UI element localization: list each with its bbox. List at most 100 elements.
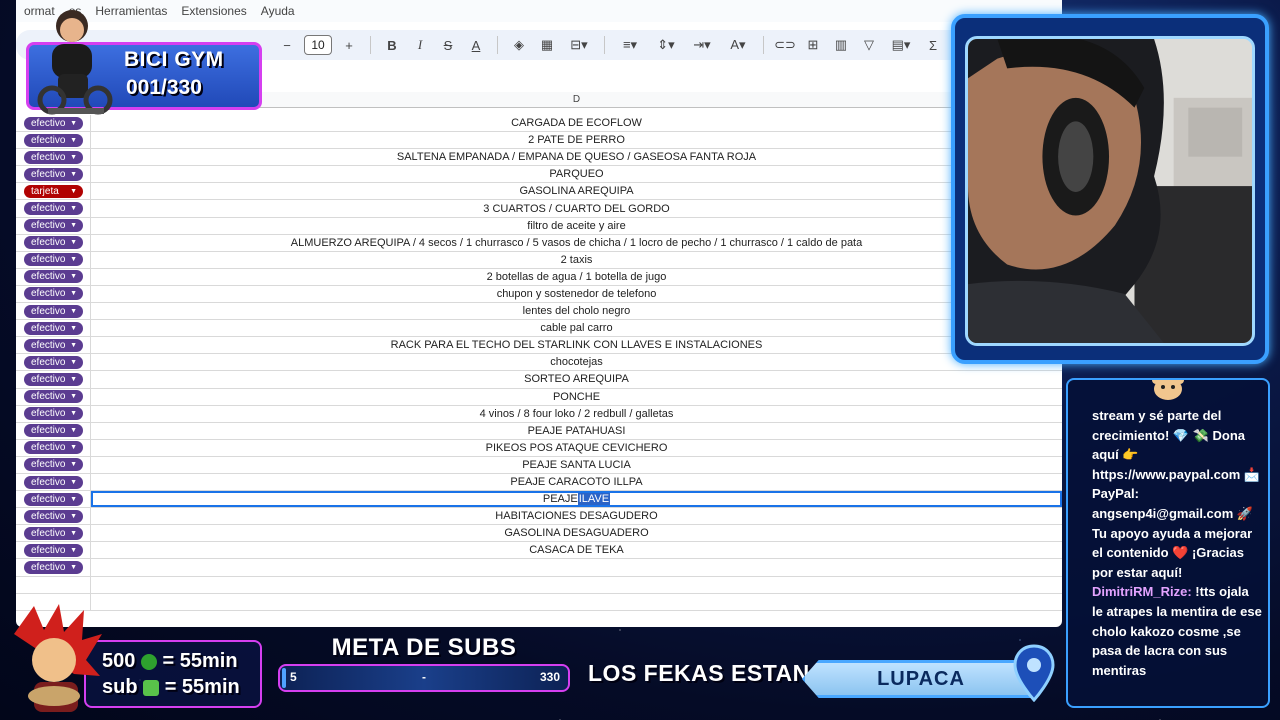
description-cell[interactable]: RACK PARA EL TECHO DEL STARLINK CON LLAV… — [91, 339, 1062, 351]
font-size-input[interactable]: 10 — [304, 35, 332, 55]
description-cell[interactable]: 4 vinos / 8 four loko / 2 redbull / gall… — [91, 408, 1062, 420]
payment-cell[interactable]: efectivo ▼ — [16, 320, 91, 337]
chevron-down-icon[interactable]: ▼ — [70, 256, 77, 263]
description-cell[interactable]: PEAJE PATAHUASI — [91, 425, 1062, 437]
payment-dropdown-chip[interactable]: efectivo ▼ — [24, 492, 83, 506]
payment-cell[interactable]: efectivo ▼ — [16, 422, 91, 439]
chevron-down-icon[interactable]: ▼ — [70, 273, 77, 280]
chevron-down-icon[interactable]: ▼ — [70, 410, 77, 417]
chevron-down-icon[interactable]: ▼ — [70, 496, 77, 503]
payment-dropdown-chip[interactable]: efectivo ▼ — [24, 253, 83, 267]
payment-dropdown-chip[interactable]: efectivo ▼ — [24, 219, 83, 233]
link-icon[interactable]: ⊂⊃ — [774, 34, 796, 56]
chevron-down-icon[interactable]: ▼ — [70, 393, 77, 400]
chevron-down-icon[interactable]: ▼ — [70, 359, 77, 366]
payment-dropdown-chip[interactable]: efectivo ▼ — [24, 509, 83, 523]
payment-cell[interactable]: efectivo ▼ — [16, 542, 91, 559]
description-cell[interactable]: 3 CUARTOS / CUARTO DEL GORDO — [91, 203, 1062, 215]
payment-dropdown-chip[interactable]: efectivo ▼ — [24, 526, 83, 540]
payment-cell[interactable] — [16, 576, 91, 593]
payment-cell[interactable]: efectivo ▼ — [16, 388, 91, 405]
table-row[interactable]: efectivo ▼ CASACA DE TEKA — [16, 542, 1062, 560]
menu-help[interactable]: Ayuda — [261, 4, 295, 18]
payment-dropdown-chip[interactable]: efectivo ▼ — [24, 167, 83, 181]
chevron-down-icon[interactable]: ▼ — [70, 239, 77, 246]
payment-dropdown-chip[interactable]: efectivo ▼ — [24, 150, 83, 164]
description-cell[interactable]: GASOLINA DESAGUADERO — [91, 527, 1062, 539]
table-row[interactable]: efectivo ▼ chupon y sostenedor de telefono — [16, 285, 1062, 304]
payment-dropdown-chip[interactable]: efectivo ▼ — [24, 355, 83, 369]
chevron-down-icon[interactable]: ▼ — [70, 290, 77, 297]
horizontal-align-icon[interactable]: ≡▾ — [615, 34, 645, 56]
table-row[interactable]: efectivo ▼ 3 CUARTOS / CUARTO DEL GORDO — [16, 200, 1062, 218]
chevron-down-icon[interactable]: ▼ — [70, 427, 77, 434]
chevron-down-icon[interactable]: ▼ — [70, 479, 77, 486]
table-row[interactable]: efectivo ▼ SORTEO AREQUIPA — [16, 371, 1062, 389]
table-row[interactable]: efectivo ▼ PEAJE SANTA LUCIA — [16, 456, 1062, 474]
payment-cell[interactable]: efectivo ▼ — [16, 354, 91, 371]
table-row[interactable]: efectivo ▼ PEAJE ILAVE — [16, 491, 1062, 509]
payment-dropdown-chip[interactable]: efectivo ▼ — [24, 390, 83, 404]
table-row[interactable]: efectivo ▼ PIKEOS POS ATAQUE CEVICHERO — [16, 439, 1062, 457]
table-row[interactable]: efectivo ▼ chocotejas — [16, 354, 1062, 372]
description-cell[interactable]: 2 botellas de agua / 1 botella de jugo — [91, 271, 1062, 283]
payment-dropdown-chip[interactable]: efectivo ▼ — [24, 560, 83, 574]
payment-dropdown-chip[interactable]: efectivo ▼ — [24, 133, 83, 147]
payment-cell[interactable]: efectivo ▼ — [16, 166, 91, 183]
payment-dropdown-chip[interactable]: efectivo ▼ — [24, 458, 83, 472]
payment-cell[interactable]: efectivo ▼ — [16, 337, 91, 354]
payment-dropdown-chip[interactable]: efectivo ▼ — [24, 407, 83, 421]
description-cell[interactable]: SORTEO AREQUIPA — [91, 373, 1062, 385]
payment-dropdown-chip[interactable]: efectivo ▼ — [24, 372, 83, 386]
payment-cell[interactable]: efectivo ▼ — [16, 217, 91, 234]
chevron-down-icon[interactable]: ▼ — [70, 188, 77, 195]
text-color-icon[interactable]: A — [465, 34, 487, 56]
comment-icon[interactable]: ⊞ — [802, 34, 824, 56]
payment-cell[interactable]: tarjeta ▼ — [16, 183, 91, 200]
table-row[interactable]: efectivo ▼ RACK PARA EL TECHO DEL STARLINK… — [16, 337, 1062, 355]
table-row[interactable]: tarjeta ▼ GASOLINA AREQUIPA — [16, 183, 1062, 201]
payment-cell[interactable]: efectivo ▼ — [16, 473, 91, 491]
payment-cell[interactable]: efectivo ▼ — [16, 508, 91, 525]
description-cell[interactable]: ALMUERZO AREQUIPA / 4 secos / 1 churrasc… — [91, 237, 1062, 249]
table-row[interactable]: efectivo ▼ PEAJE CARACOTO ILLPA — [16, 473, 1062, 492]
chevron-down-icon[interactable]: ▼ — [70, 547, 77, 554]
payment-cell[interactable]: efectivo ▼ — [16, 559, 91, 576]
description-cell[interactable]: PEAJE SANTA LUCIA — [91, 459, 1062, 471]
payment-dropdown-chip[interactable]: efectivo ▼ — [24, 475, 83, 489]
table-row[interactable]: efectivo ▼ 2 taxis — [16, 251, 1062, 269]
payment-cell[interactable]: efectivo ▼ — [16, 149, 91, 166]
payment-dropdown-chip[interactable]: efectivo ▼ — [24, 338, 83, 352]
font-size-increase-button[interactable]: + — [338, 34, 360, 56]
chevron-down-icon[interactable]: ▼ — [70, 154, 77, 161]
payment-cell[interactable]: efectivo ▼ — [16, 491, 91, 508]
table-row[interactable] — [16, 576, 1062, 594]
text-rotation-icon[interactable]: A▾ — [723, 34, 753, 56]
payment-cell[interactable]: efectivo ▼ — [16, 525, 91, 542]
filter-views-icon[interactable]: ▤▾ — [886, 34, 916, 56]
table-row[interactable]: efectivo ▼ 2 PATE DE PERRO — [16, 132, 1062, 150]
description-cell[interactable]: PARQUEO — [91, 168, 1062, 180]
description-cell[interactable]: cable pal carro — [91, 322, 1062, 334]
chevron-down-icon[interactable]: ▼ — [70, 444, 77, 451]
table-row[interactable]: efectivo ▼ PARQUEO — [16, 166, 1062, 184]
functions-icon[interactable]: Σ — [922, 34, 944, 56]
chevron-down-icon[interactable]: ▼ — [70, 120, 77, 127]
payment-dropdown-chip[interactable]: tarjeta ▼ — [24, 184, 83, 198]
payment-dropdown-chip[interactable]: efectivo ▼ — [24, 202, 83, 216]
payment-dropdown-chip[interactable]: efectivo ▼ — [24, 321, 83, 335]
italic-icon[interactable]: I — [409, 34, 431, 56]
chevron-down-icon[interactable]: ▼ — [70, 137, 77, 144]
payment-dropdown-chip[interactable]: efectivo ▼ — [24, 270, 83, 284]
description-cell[interactable]: filtro de aceite y aire — [91, 220, 1062, 232]
description-cell[interactable]: PEAJE CARACOTO ILLPA — [91, 476, 1062, 488]
description-cell[interactable]: 2 PATE DE PERRO — [91, 134, 1062, 146]
description-cell[interactable]: lentes del cholo negro — [91, 305, 1062, 317]
chevron-down-icon[interactable]: ▼ — [70, 325, 77, 332]
table-row[interactable]: efectivo ▼ GASOLINA DESAGUADERO — [16, 525, 1062, 543]
payment-cell[interactable]: efectivo ▼ — [16, 285, 91, 303]
payment-cell[interactable]: efectivo ▼ — [16, 268, 91, 285]
fill-color-icon[interactable]: ◈ — [508, 34, 530, 56]
chevron-down-icon[interactable]: ▼ — [70, 222, 77, 229]
payment-dropdown-chip[interactable]: efectivo ▼ — [24, 304, 83, 318]
